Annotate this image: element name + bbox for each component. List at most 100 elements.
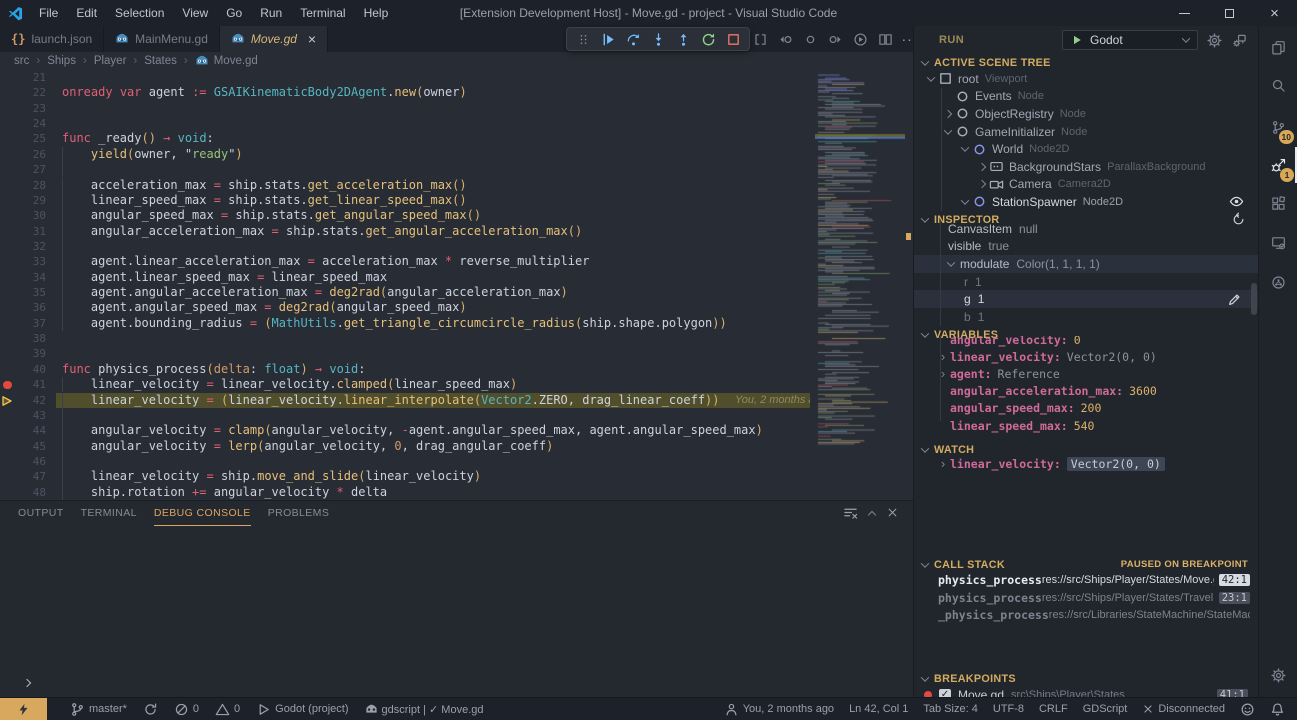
status-warnings[interactable]: 0 [215, 702, 240, 717]
continue-button[interactable] [597, 29, 619, 49]
stop-button[interactable] [722, 29, 744, 49]
scene-node-ObjectRegistry[interactable]: ObjectRegistryNode [914, 105, 1258, 123]
scene-node-root[interactable]: rootViewport [914, 70, 1258, 88]
side-panel-scrollbar[interactable] [1251, 283, 1257, 315]
breakpoint-entry[interactable]: ✓Move.gdsrc\Ships\Player\States41:1 [914, 686, 1258, 697]
code-line[interactable]: 47 linear_velocity = ship.move_and_slide… [0, 469, 913, 484]
code-line[interactable]: 33 agent.linear_acceleration_max = accel… [0, 254, 913, 269]
code-line[interactable]: 26 yield(owner, "ready") [0, 147, 913, 162]
scene-node-Camera[interactable]: CameraCamera2D [914, 176, 1258, 194]
status-encoding[interactable]: UTF-8 [993, 703, 1024, 715]
launch-config-select[interactable]: Godot [1062, 30, 1198, 50]
run-circle-button[interactable] [850, 29, 870, 49]
stack-frame[interactable]: physics_processres://src/Ships/Player/St… [914, 571, 1258, 589]
menu-selection[interactable]: Selection [106, 0, 173, 26]
menu-go[interactable]: Go [217, 0, 251, 26]
menu-edit[interactable]: Edit [67, 0, 106, 26]
activity-extensions-button[interactable] [1259, 184, 1297, 222]
breadcrumb-item[interactable]: States [144, 55, 177, 67]
activity-godot-tools-button[interactable] [1259, 263, 1297, 301]
status-language-mode[interactable]: GDScript [1083, 703, 1128, 715]
activity-source-control-button[interactable]: 10 [1259, 108, 1297, 146]
close-window-button[interactable]: × [1252, 0, 1297, 26]
code-line[interactable]: 34 agent.linear_speed_max = linear_speed… [0, 270, 913, 285]
scene-node-World[interactable]: WorldNode2D [914, 140, 1258, 158]
code-line[interactable]: 29 linear_speed_max = ship.stats.get_lin… [0, 193, 913, 208]
variable-linear_velocity[interactable]: ›linear_velocity:Vector2(0, 0) [914, 348, 1258, 365]
activity-run-and-debug-button[interactable]: 1 [1259, 146, 1297, 184]
breadcrumb-item[interactable]: Player [94, 55, 127, 67]
tree-twistie[interactable] [958, 146, 972, 152]
inspector-row-r[interactable]: r1 [914, 273, 1258, 291]
code-line[interactable]: 42 linear_velocity = (linear_velocity.li… [0, 393, 913, 408]
code-line[interactable]: 44 angular_velocity = clamp(angular_velo… [0, 423, 913, 438]
panel-tab-problems[interactable]: PROBLEMS [268, 502, 330, 526]
tree-twistie[interactable] [941, 129, 955, 135]
tree-twistie[interactable] [958, 199, 972, 205]
code-line[interactable]: 22onready var agent := GSAIKinematicBody… [0, 85, 913, 100]
breadcrumb-file[interactable]: Move.gd [195, 54, 258, 68]
code-line[interactable]: 43 [0, 408, 913, 423]
status-sync[interactable] [143, 702, 158, 717]
code-line[interactable]: 38 [0, 331, 913, 346]
stack-frame[interactable]: physics_processres://src/Ships/Player/St… [914, 589, 1258, 607]
code-line[interactable]: 36 agent.angular_speed_max = deg2rad(ang… [0, 300, 913, 315]
code-line[interactable]: 27 [0, 162, 913, 177]
tree-twistie[interactable] [941, 111, 955, 117]
panel-tab-terminal[interactable]: TERMINAL [81, 502, 137, 526]
tab-Move.gd[interactable]: Move.gd× [220, 26, 328, 52]
brackets-button[interactable] [750, 29, 770, 49]
open-launch-config-icon[interactable] [1232, 33, 1247, 48]
activity-explorer-button[interactable] [1259, 28, 1297, 66]
activity-search-button[interactable] [1259, 66, 1297, 104]
activity-remote-explorer-button[interactable] [1259, 223, 1297, 261]
status-blame[interactable]: You, 2 months ago [724, 702, 834, 717]
record-button[interactable] [800, 29, 820, 49]
status-language-status[interactable]: gdscript | ✓ Move.gd [365, 703, 484, 716]
status-notifications[interactable] [1270, 702, 1285, 717]
breakpoint-dot[interactable] [3, 381, 12, 390]
watch-linear_velocity[interactable]: ›linear_velocity:Vector2(0, 0) [914, 455, 1258, 472]
inspector-row-visible[interactable]: visibletrue [914, 238, 1258, 256]
tab-MainMenu.gd[interactable]: MainMenu.gd [104, 26, 220, 52]
reverse-continue-button[interactable] [775, 29, 795, 49]
split-editor-button[interactable] [875, 29, 895, 49]
restart-button[interactable] [697, 29, 719, 49]
menu-view[interactable]: View [173, 0, 217, 26]
code-line[interactable]: 40func physics_process(delta: float) → v… [0, 362, 913, 377]
step-over-button[interactable] [622, 29, 644, 49]
status-cursor-position[interactable]: Ln 42, Col 1 [849, 703, 908, 715]
code-line[interactable]: 28 acceleration_max = ship.stats.get_acc… [0, 178, 913, 193]
debug-console-input[interactable] [24, 675, 30, 689]
step-into-button[interactable] [647, 29, 669, 49]
status-feedback[interactable] [1240, 702, 1255, 717]
code-line[interactable]: 39 [0, 346, 913, 361]
tab-launch.json[interactable]: {}launch.json [0, 26, 104, 52]
code-line[interactable]: 24 [0, 116, 913, 131]
stack-frame[interactable]: _physics_processres://src/Libraries/Stat… [914, 606, 1258, 624]
scene-node-BackgroundStars[interactable]: BackgroundStarsParallaxBackground [914, 158, 1258, 176]
status-lsp-status[interactable]: Disconnected [1142, 703, 1225, 715]
code-line[interactable]: 25func _ready() → void: [0, 131, 913, 146]
panel-tab-output[interactable]: OUTPUT [18, 502, 64, 526]
variable-angular_acceleration_max[interactable]: angular_acceleration_max:3600 [914, 383, 1258, 400]
status-indentation[interactable]: Tab Size: 4 [923, 703, 977, 715]
status-git-branch[interactable]: master* [70, 702, 127, 717]
section-breakpoints[interactable]: BREAKPOINTS [914, 670, 1258, 687]
status-run-task[interactable]: Godot (project) [256, 702, 348, 717]
menu-run[interactable]: Run [251, 0, 291, 26]
code-line[interactable]: 35 agent.angular_acceleration_max = deg2… [0, 285, 913, 300]
close-panel-button[interactable] [886, 506, 899, 522]
close-tab-icon[interactable]: × [308, 31, 316, 47]
minimize-button[interactable] [1162, 0, 1207, 26]
code-line[interactable]: 45 angular_velocity = lerp(angular_veloc… [0, 439, 913, 454]
code-line[interactable]: 21 [0, 70, 913, 85]
menu-terminal[interactable]: Terminal [291, 0, 354, 26]
inspector-row-g[interactable]: g1 [914, 290, 1258, 308]
tree-twistie[interactable] [924, 76, 938, 82]
code-line[interactable]: 23 [0, 101, 913, 116]
code-editor[interactable]: 2122onready var agent := GSAIKinematicBo… [0, 70, 913, 500]
code-line[interactable]: 48 ship.rotation += angular_velocity * d… [0, 485, 913, 500]
activity-manage-button[interactable] [1259, 656, 1297, 694]
maximize-button[interactable] [1207, 0, 1252, 26]
